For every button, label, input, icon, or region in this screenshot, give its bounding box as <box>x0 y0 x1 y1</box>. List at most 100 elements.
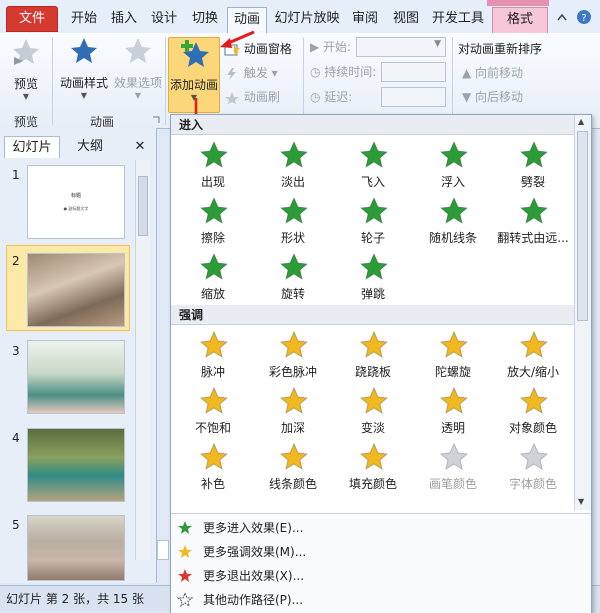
emphasis-effect-item[interactable]: 陀螺旋 <box>413 327 493 385</box>
tab-design[interactable]: 设计 <box>146 7 182 33</box>
gallery-scrollbar[interactable]: ▲ ▼ <box>574 115 591 510</box>
entrance-star-icon <box>280 141 308 169</box>
tab-file[interactable]: 文件 <box>6 6 58 32</box>
tab-insert[interactable]: 插入 <box>106 7 142 33</box>
entrance-header: 进入 <box>171 115 575 135</box>
effect-label: 加深 <box>280 421 305 435</box>
panel-scrollbar[interactable] <box>135 160 150 560</box>
tab-outline[interactable]: 大纲 <box>62 136 118 158</box>
animation-styles-button[interactable]: 动画样式 ▼ <box>58 37 110 100</box>
slide-subtitle: ● 副标题文字 <box>63 206 89 211</box>
tab-home[interactable]: 开始 <box>66 7 102 33</box>
more-entrance-effects[interactable]: 更多进入效果(E)... <box>177 516 577 540</box>
animation-painter-label: 动画刷 <box>243 90 280 104</box>
slide-thumbnail-3[interactable] <box>27 340 125 414</box>
emphasis-effect-item: 画笔颜色 <box>413 439 493 497</box>
effect-label: 变淡 <box>360 421 385 435</box>
emphasis-effect-item[interactable]: 线条颜色 <box>253 439 333 497</box>
emphasis-effect-item[interactable]: 彩色脉冲 <box>253 327 333 385</box>
effect-label: 弹跳 <box>360 287 385 301</box>
add-animation-icon <box>181 40 209 67</box>
help-icon[interactable]: ? <box>576 9 592 25</box>
red-star-icon <box>178 569 192 582</box>
trigger-icon <box>227 67 236 80</box>
menu-label: 更多强调效果(M)... <box>203 545 307 559</box>
entrance-effect-item[interactable]: 出现 <box>173 137 253 195</box>
effect-label: 翻转式由远... <box>497 231 569 245</box>
entrance-effect-item[interactable]: 轮子 <box>333 193 413 251</box>
slide-thumbnail-5[interactable] <box>27 515 125 581</box>
trigger-button[interactable]: 触发 ▾ <box>224 63 278 83</box>
effect-options-button[interactable]: 效果选项 ▼ <box>112 37 164 100</box>
move-earlier-button[interactable]: ▲ 向前移动 <box>462 63 523 83</box>
animation-painter-button[interactable]: 动画刷 <box>224 87 280 107</box>
gallery-scroll-thumb[interactable] <box>577 131 588 321</box>
close-panel-icon[interactable]: ✕ <box>130 136 150 158</box>
tab-format[interactable]: 格式 <box>492 7 548 33</box>
delay-spinner[interactable] <box>381 87 446 107</box>
slide-number: 2 <box>12 254 20 268</box>
animation-painter-icon <box>225 91 239 104</box>
effect-label: 随机线条 <box>428 231 477 245</box>
entrance-effect-item[interactable]: 随机线条 <box>413 193 493 251</box>
duration-label: ◷ 持续时间: <box>310 65 377 79</box>
move-later-button[interactable]: ▼ 向后移动 <box>462 87 523 107</box>
more-emphasis-effects[interactable]: 更多强调效果(M)... <box>177 540 577 564</box>
more-motion-paths[interactable]: 其他动作路径(P)... <box>177 588 577 612</box>
entrance-star-icon <box>440 197 468 225</box>
emphasis-effect-item[interactable]: 放大/缩小 <box>493 327 573 385</box>
menu-label: 其他动作路径(P)... <box>203 593 304 607</box>
gold-star-icon <box>178 545 192 558</box>
entrance-star-icon <box>200 141 228 169</box>
emphasis-effect-item[interactable]: 跷跷板 <box>333 327 413 385</box>
tab-view[interactable]: 视图 <box>388 7 424 33</box>
entrance-effect-item[interactable]: 淡出 <box>253 137 333 195</box>
svg-text:?: ? <box>581 13 586 24</box>
tab-slideshow[interactable]: 幻灯片放映 <box>271 7 343 33</box>
emphasis-effect-item[interactable]: 加深 <box>253 383 333 441</box>
effect-label: 放大/缩小 <box>506 365 560 379</box>
start-dropdown[interactable]: ▼ <box>356 37 446 57</box>
collapse-ribbon-icon[interactable] <box>556 12 568 22</box>
emphasis-effect-item[interactable]: 透明 <box>413 383 493 441</box>
tab-developer[interactable]: 开发工具 <box>428 7 488 33</box>
delay-label: ◷ 延迟: <box>310 90 353 104</box>
emphasis-star-icon <box>200 443 228 471</box>
emphasis-star-icon <box>280 387 308 415</box>
entrance-effect-item[interactable]: 形状 <box>253 193 333 251</box>
entrance-effect-item[interactable]: 飞入 <box>333 137 413 195</box>
preview-button[interactable]: 预览 ▼ <box>6 37 46 101</box>
duration-spinner[interactable] <box>381 62 446 82</box>
tab-slides[interactable]: 幻灯片 <box>4 136 60 158</box>
more-exit-effects[interactable]: 更多退出效果(X)... <box>177 564 577 588</box>
panel-scroll-thumb[interactable] <box>138 176 148 236</box>
slide-title: 标题 <box>70 193 81 199</box>
emphasis-effect-item[interactable]: 脉冲 <box>173 327 253 385</box>
entrance-effect-item[interactable]: 翻转式由远... <box>493 193 573 251</box>
effect-label: 补色 <box>200 477 225 491</box>
effect-label: 淡出 <box>280 175 305 189</box>
entrance-effect-item[interactable]: 旋转 <box>253 249 333 307</box>
panel-tabs: 幻灯片 大纲 ✕ <box>4 136 154 158</box>
entrance-star-icon <box>280 197 308 225</box>
slide-number: 5 <box>12 518 20 532</box>
emphasis-effect-item[interactable]: 变淡 <box>333 383 413 441</box>
emphasis-effect-item[interactable]: 填充颜色 <box>333 439 413 497</box>
entrance-effect-item[interactable]: 擦除 <box>173 193 253 251</box>
dialog-launcher-icon[interactable] <box>152 116 160 124</box>
slide-thumbnail-4[interactable] <box>27 428 125 502</box>
entrance-effect-item[interactable]: 缩放 <box>173 249 253 307</box>
slide-thumbnail-1[interactable]: 标题 ● 副标题文字 <box>27 165 125 239</box>
emphasis-effect-item[interactable]: 不饱和 <box>173 383 253 441</box>
emphasis-star-icon <box>360 387 388 415</box>
emphasis-effect-item[interactable]: 补色 <box>173 439 253 497</box>
tab-review[interactable]: 审阅 <box>346 7 384 33</box>
entrance-effect-item[interactable]: 劈裂 <box>493 137 573 195</box>
effect-label: 画笔颜色 <box>428 477 477 491</box>
slide-thumbnail-2[interactable] <box>27 253 125 327</box>
preview-star-icon <box>13 39 39 65</box>
entrance-effect-item[interactable]: 弹跳 <box>333 249 413 307</box>
reorder-label: 对动画重新排序 <box>458 42 543 56</box>
entrance-effect-item[interactable]: 浮入 <box>413 137 493 195</box>
emphasis-effect-item[interactable]: 对象颜色 <box>493 383 573 441</box>
